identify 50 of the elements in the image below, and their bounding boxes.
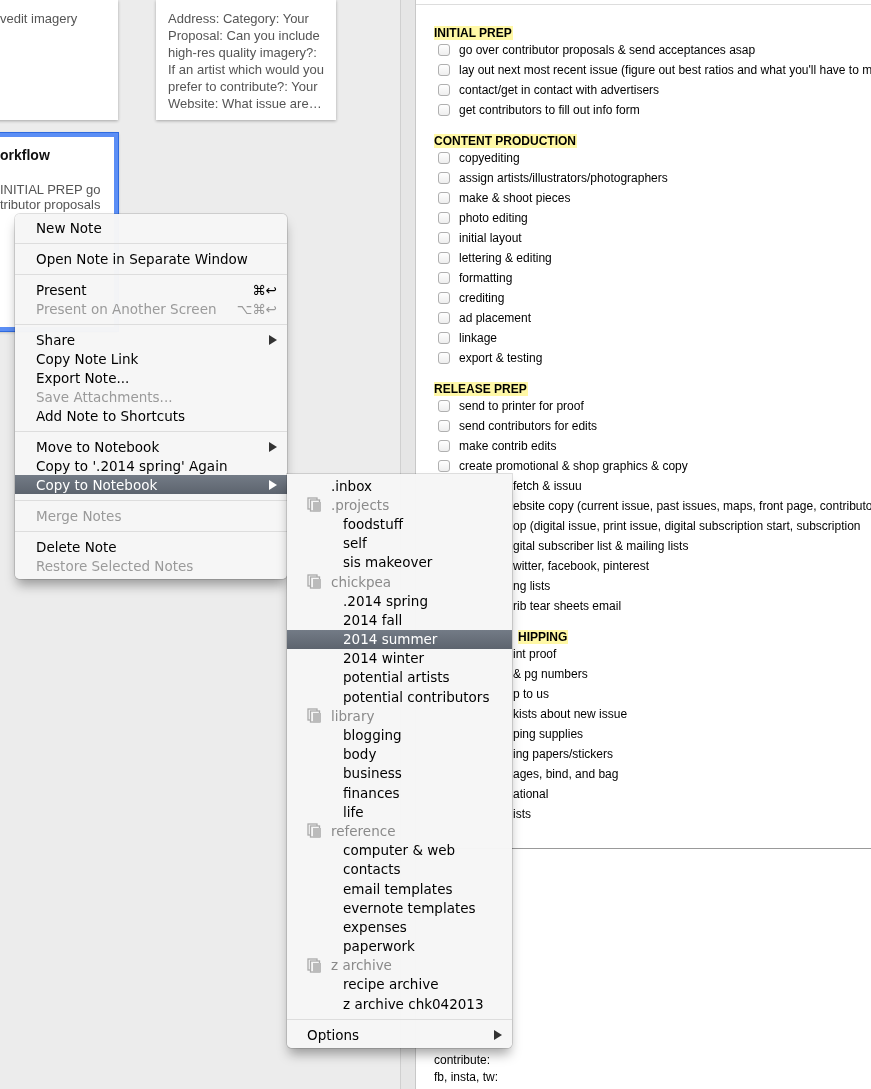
checklist-item-text: make contrib edits xyxy=(459,439,557,453)
stack-label: reference xyxy=(331,822,396,839)
checklist-item-text: linkage xyxy=(459,331,498,345)
checklist-item-text: create promotional & shop graphics & copy xyxy=(459,459,688,473)
checklist-item-text: ad placement xyxy=(459,311,532,325)
checklist-item-text: send contributors for edits xyxy=(459,419,598,433)
checklist-item-text: ages, bind, and bag xyxy=(513,767,619,781)
checklist-item-text: ng lists xyxy=(513,579,551,593)
note-text-line: contribute: xyxy=(434,1052,492,1069)
checklist-item-text: int proof xyxy=(513,647,557,661)
stack-label: chickpea xyxy=(331,573,392,590)
checklist-item-text: crediting xyxy=(459,291,505,305)
checklist-item-text: formatting xyxy=(459,271,513,285)
checklist-item-text: witter, facebook, pinterest xyxy=(513,559,650,573)
stack-label: library xyxy=(331,707,375,724)
stack-label: .projects xyxy=(331,496,390,513)
checklist-item-text: go over contributor proposals & send acceptances asap xyxy=(459,43,756,57)
checklist-item-text: contact/get in contact with advertisers xyxy=(459,83,660,97)
checklist-item-text: op (digital issue, print issue, digital subscription start, subscription xyxy=(513,519,861,533)
checklist-item-text: initial layout xyxy=(459,231,522,245)
note-snippet: tributor proposals xyxy=(0,197,102,212)
checklist-item-text: gital subscriber list & mailing lists xyxy=(513,539,689,553)
checklist-item-text: ing papers/stickers xyxy=(513,747,614,761)
section-heading: HIPPING xyxy=(518,630,569,644)
note-title: orkflow xyxy=(0,147,51,164)
checklist-item-text: p to us xyxy=(513,687,550,701)
checklist-item-text: ational xyxy=(513,787,549,801)
note-snippet: vedit imagery xyxy=(0,10,79,27)
checklist-item-text: assign artists/illustrators/photographers xyxy=(459,171,668,185)
checklist-item-text: ping supplies xyxy=(513,727,584,741)
stack-label: z archive xyxy=(331,957,392,974)
checklist-item-text: get contributors to fill out info form xyxy=(459,103,640,117)
checklist-item-text: ists xyxy=(513,807,531,821)
checklist-item-text: rib tear sheets email xyxy=(513,599,622,613)
note-text-line: fb, insta, tw: xyxy=(434,1069,500,1086)
section-heading: RELEASE PREP xyxy=(434,382,528,396)
checklist-item-text: make & shoot pieces xyxy=(459,191,571,205)
checklist-item-text: lay out next most recent issue (figure out best ratios and what you'll have to m xyxy=(459,63,871,77)
checklist-item-text: export & testing xyxy=(459,351,543,365)
checklist-item-text: copyediting xyxy=(459,151,520,165)
checklist-item-text: photo editing xyxy=(459,211,528,225)
checklist-item-text: send to printer for proof xyxy=(459,399,584,413)
section-heading: INITIAL PREP xyxy=(434,26,513,40)
checklist-item-text: & pg numbers xyxy=(513,667,588,681)
checklist-item-text: lettering & editing xyxy=(459,251,552,265)
checklist-item-text: fetch & issuu xyxy=(513,479,582,493)
note-snippet: INITIAL PREP go xyxy=(0,182,102,197)
checklist-item-text: kists about new issue xyxy=(513,707,628,721)
section-heading: CONTENT PRODUCTION xyxy=(434,134,577,148)
note-snippet: Address: Category: Your Proposal: Can you include high-res quality imagery?: If an artist which would you prefer to contribute?: Your Website: What issue are… xyxy=(168,10,326,112)
